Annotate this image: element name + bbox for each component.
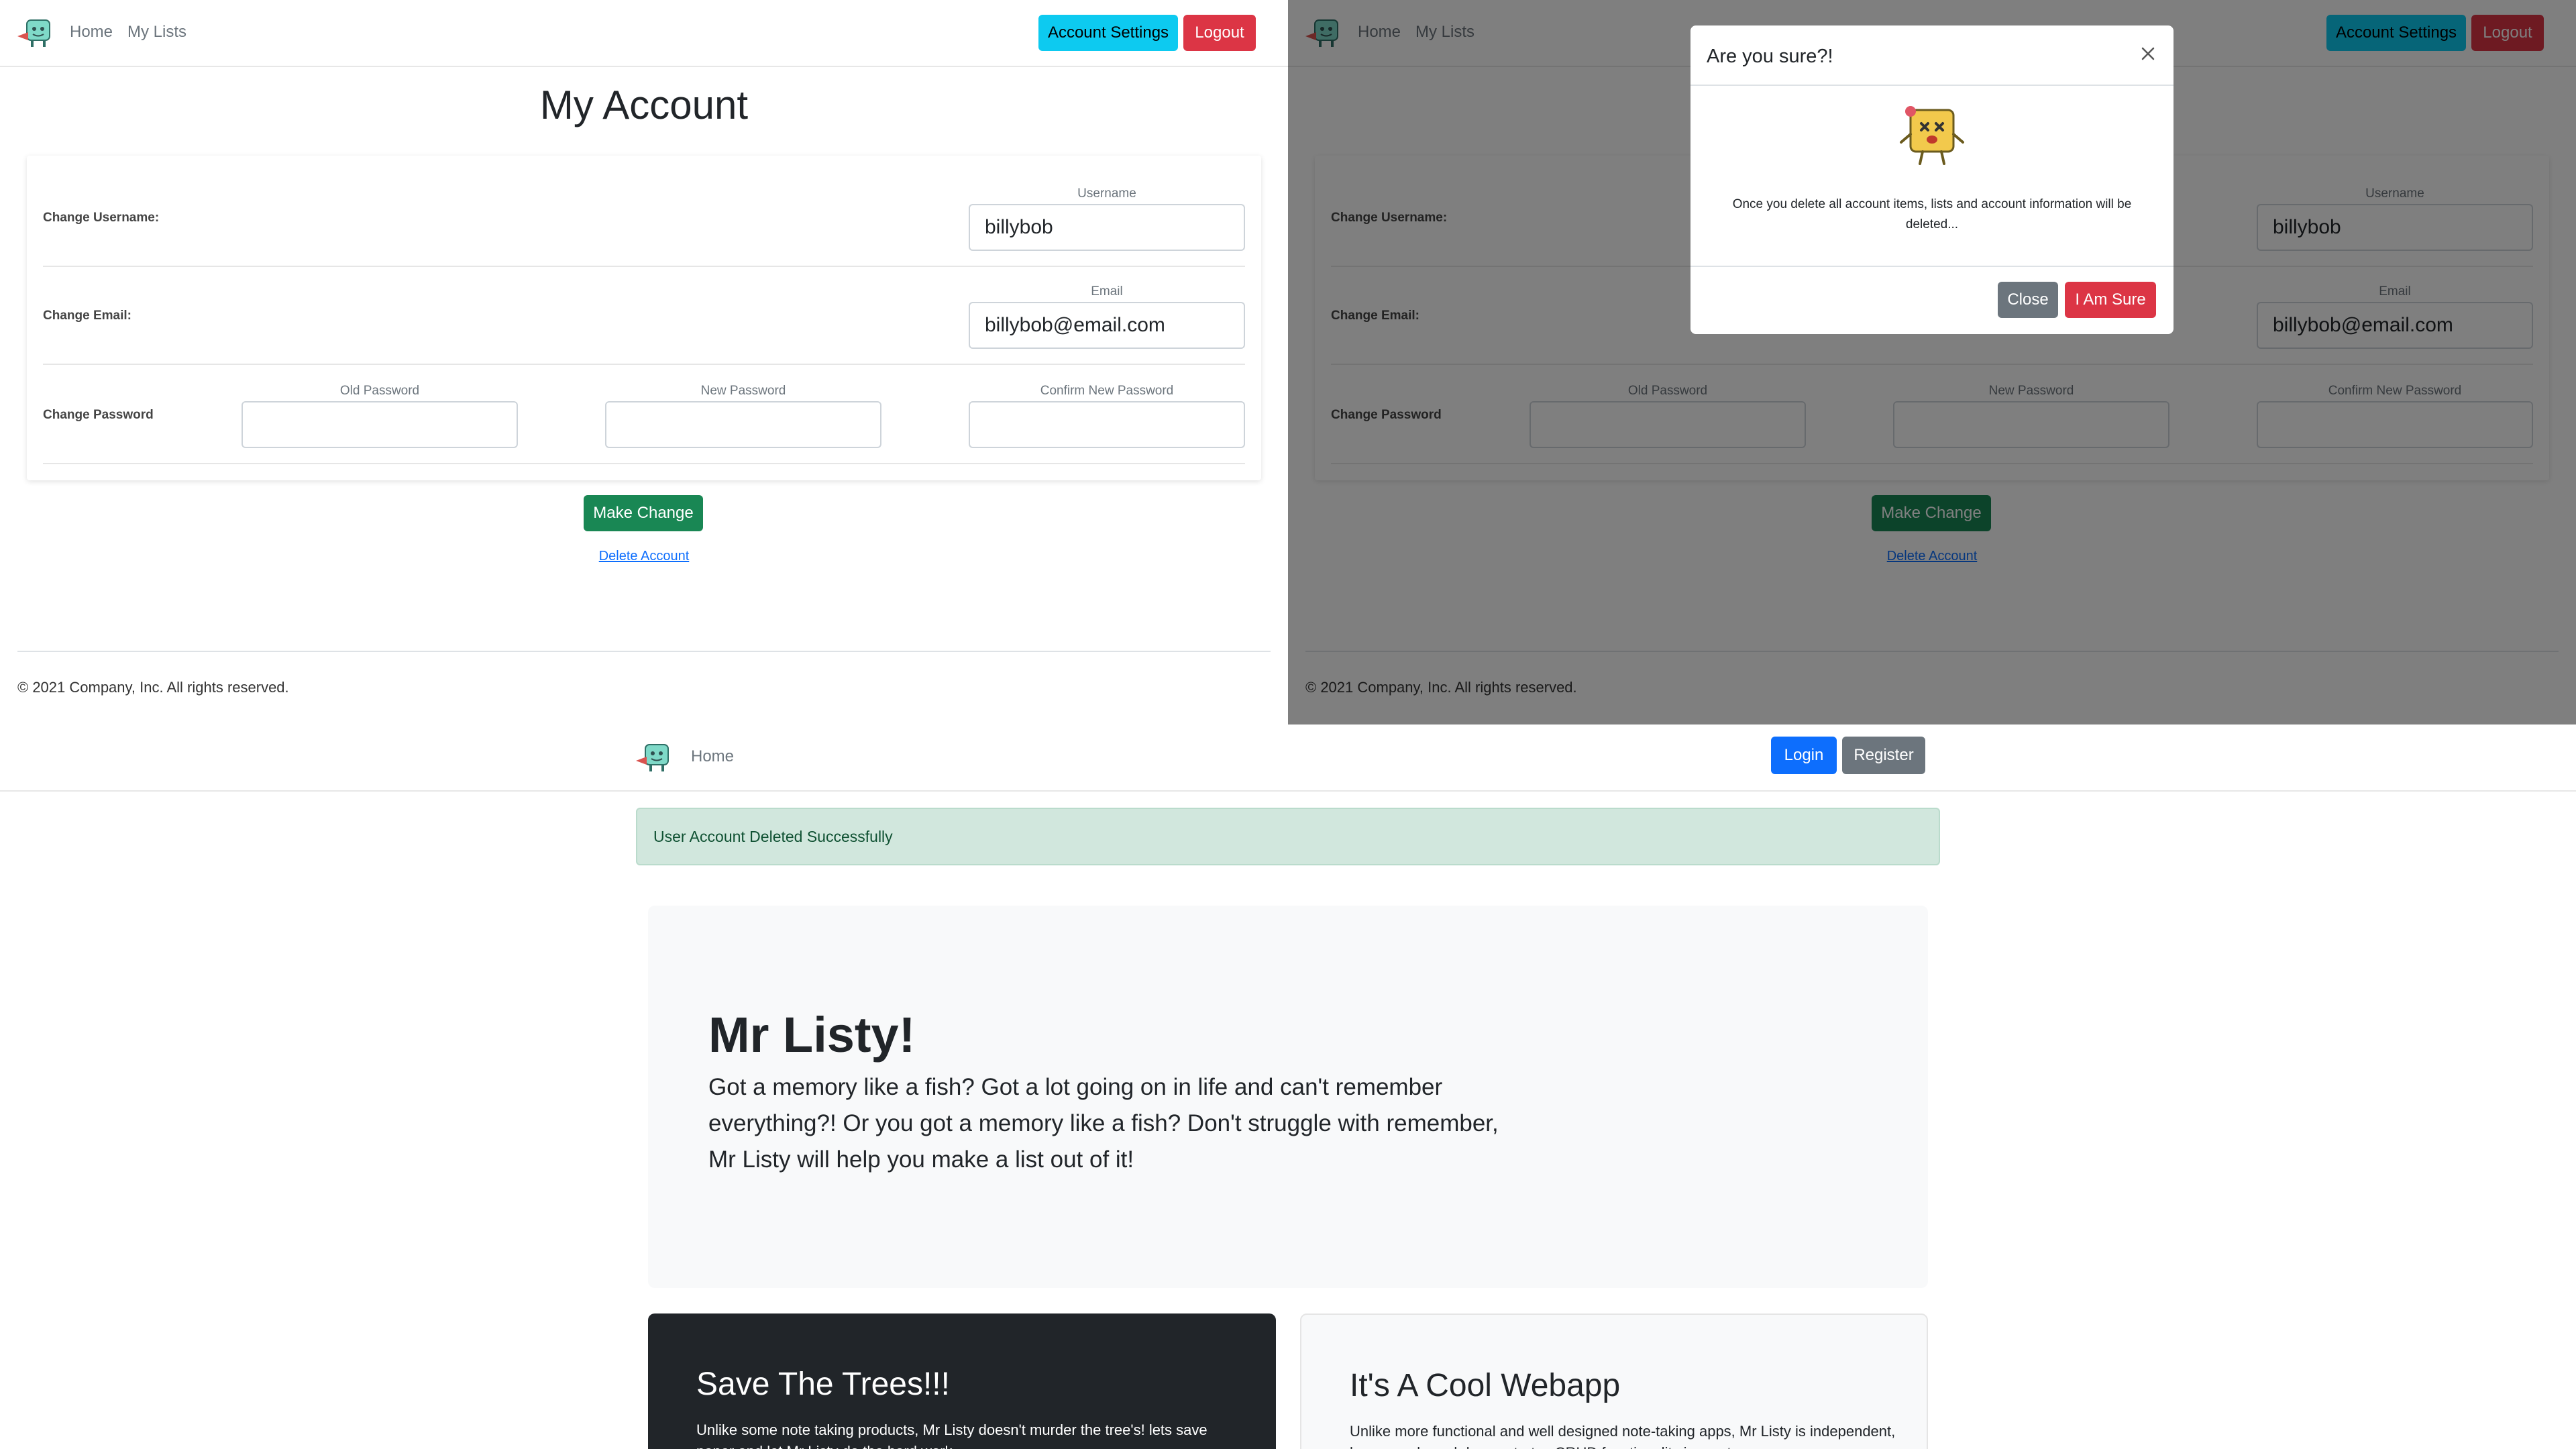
email-input[interactable]: billybob@email.com: [969, 302, 1245, 349]
account-settings-button[interactable]: Account Settings: [1038, 15, 1178, 51]
home-page-panel: Home Login Register User Account Deleted…: [0, 724, 2576, 1449]
footer-divider: [17, 651, 1271, 652]
old-password-input[interactable]: [241, 401, 518, 448]
feature-card-light: It's A Cool Webapp Unlike more functiona…: [1300, 1313, 1928, 1449]
nav-my-lists-link[interactable]: My Lists: [127, 23, 186, 42]
username-input[interactable]: billybob: [969, 204, 1245, 251]
new-password-input[interactable]: [605, 401, 881, 448]
navbar: Home My Lists Account Settings Logout: [0, 0, 1288, 67]
register-button[interactable]: Register: [1842, 737, 1925, 774]
delete-confirm-modal: Are you sure?! Once you delete all accou…: [1690, 25, 2174, 334]
modal-body-text: Once you delete all account items, lists…: [1732, 197, 2132, 231]
page-title: My Account: [539, 83, 749, 127]
i-am-sure-button[interactable]: I Am Sure: [2065, 282, 2156, 318]
username-caption: Username: [1077, 186, 1136, 201]
modal-header: Are you sure?!: [1690, 25, 2174, 86]
change-username-label: Change Username:: [43, 211, 160, 225]
success-alert: User Account Deleted Successfully: [636, 808, 1940, 865]
new-password-caption: New Password: [700, 384, 786, 398]
divider: [43, 266, 1245, 267]
feature-text: Unlike some note taking products, Mr Lis…: [696, 1421, 1208, 1449]
close-icon[interactable]: [2137, 43, 2159, 64]
hero-text: Got a memory like a fish? Got a lot goin…: [708, 1074, 1499, 1173]
email-caption: Email: [1091, 284, 1123, 299]
logout-button[interactable]: Logout: [1183, 15, 1256, 51]
change-email-label: Change Email:: [43, 309, 131, 323]
account-page-panel: Home My Lists Account Settings Logout My…: [0, 0, 1288, 724]
confirm-password-caption: Confirm New Password: [1040, 384, 1174, 398]
modal-footer-divider: [1690, 266, 2174, 267]
feature-text: Unlike more functional and well designed…: [1350, 1423, 1896, 1449]
login-button[interactable]: Login: [1771, 737, 1837, 774]
divider: [43, 463, 1245, 464]
feature-title: Save The Trees!!!: [696, 1366, 950, 1402]
delete-confirm-panel: Home My Lists Account Settings Logout My…: [1288, 0, 2576, 724]
dead-note-mascot-icon: [1900, 106, 1964, 165]
change-password-label: Change Password: [43, 408, 154, 422]
navbar: Home Login Register: [0, 724, 2576, 792]
feature-card-dark: Save The Trees!!! Unlike some note takin…: [648, 1313, 1276, 1449]
account-form-card: Change Username: Username billybob Chang…: [27, 156, 1261, 480]
hero-section: Mr Listy! Got a memory like a fish? Got …: [648, 906, 1928, 1288]
mr-listy-logo-icon[interactable]: [633, 741, 675, 774]
divider: [43, 364, 1245, 365]
nav-home-link[interactable]: Home: [691, 747, 734, 766]
hero-title: Mr Listy!: [708, 1007, 916, 1063]
make-change-button[interactable]: Make Change: [584, 495, 703, 531]
nav-home-link[interactable]: Home: [70, 23, 113, 42]
old-password-caption: Old Password: [339, 384, 420, 398]
modal-title: Are you sure?!: [1707, 46, 1833, 67]
feature-title: It's A Cool Webapp: [1350, 1368, 1621, 1403]
mr-listy-logo-icon[interactable]: [15, 16, 56, 50]
footer-copyright: © 2021 Company, Inc. All rights reserved…: [17, 679, 289, 696]
delete-account-link[interactable]: Delete Account: [0, 549, 1288, 564]
confirm-password-input[interactable]: [969, 401, 1245, 448]
close-button[interactable]: Close: [1998, 282, 2058, 318]
